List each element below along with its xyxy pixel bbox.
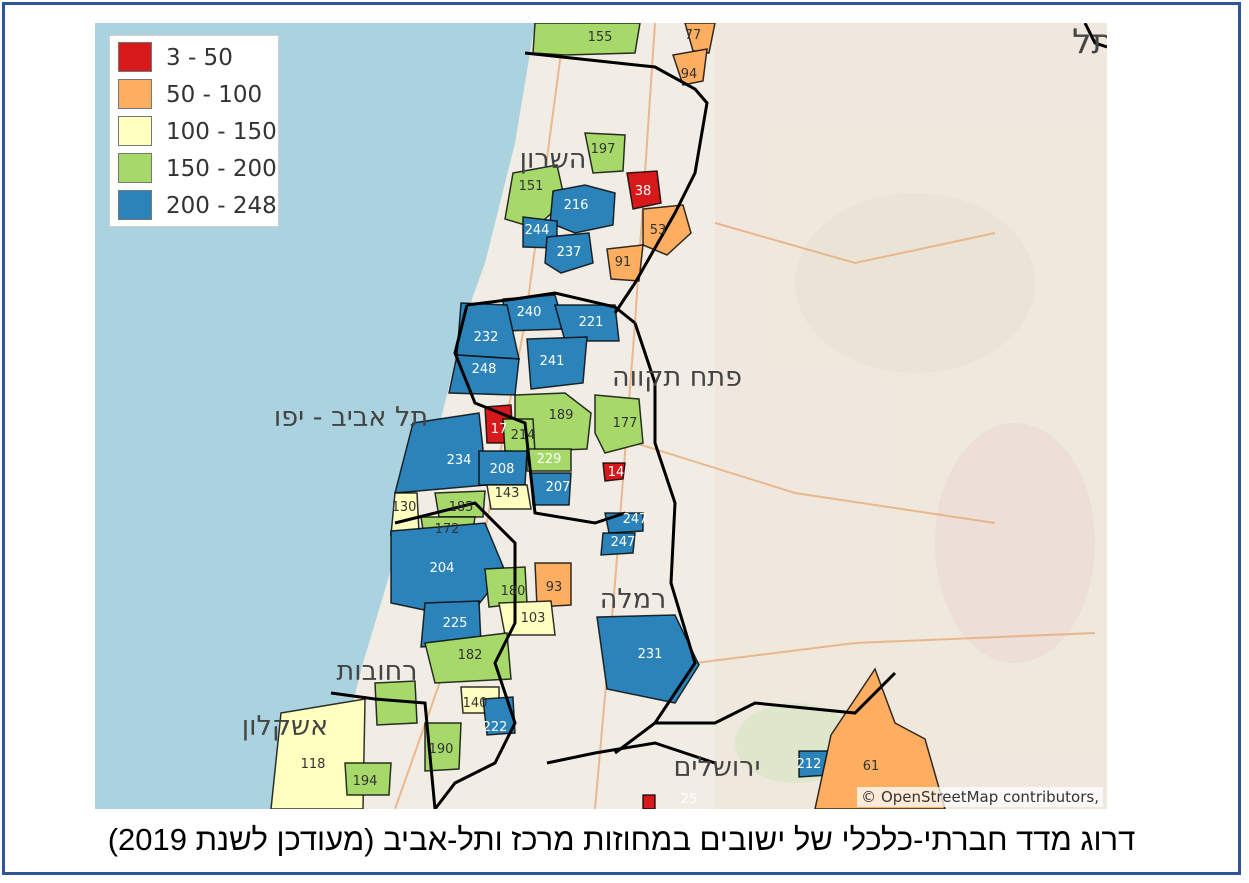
settlement-value-label: 240: [517, 305, 542, 320]
settlement-value-label: 155: [588, 30, 613, 45]
settlement-value-label: 91: [615, 255, 632, 270]
settlement-value-label: 232: [474, 330, 499, 345]
settlement-value-label: 53: [650, 223, 667, 238]
settlement-value-label: 204: [430, 561, 455, 576]
legend-label: 100 - 150: [166, 119, 277, 145]
settlement-value-label: 118: [301, 757, 326, 772]
figure-caption: דרוג מדד חברתי-כלכלי של ישובים במחוזות מ…: [107, 822, 1136, 857]
settlement-value-label: 247: [611, 535, 636, 550]
legend-swatch: [118, 42, 152, 72]
settlement-value-label: 38: [635, 184, 652, 199]
map-legend: 3 - 50 50 - 100 100 - 150 150 - 200 200 …: [109, 35, 279, 227]
settlement-value-label: 229: [537, 452, 562, 467]
settlement-value-label: 221: [579, 315, 604, 330]
legend-label: 150 - 200: [166, 156, 277, 182]
area-25: [642, 794, 656, 809]
settlement-value-label: 222: [483, 720, 508, 735]
settlement-value-label: 248: [472, 362, 497, 377]
settlement-value-label: 234: [447, 453, 472, 468]
settlement-value-label: 182: [458, 648, 483, 663]
region-label-tel-aviv: תל אביב - יפו: [274, 402, 428, 433]
legend-swatch: [118, 190, 152, 220]
legend-label: 200 - 248: [166, 193, 277, 219]
settlement-value-label: 94: [681, 67, 698, 82]
settlement-value-label: 130: [392, 500, 417, 515]
settlement-value-label: 151: [519, 179, 544, 194]
settlement-value-label: 237: [557, 245, 582, 260]
settlement-value-label: 247: [623, 512, 648, 527]
legend-swatch: [118, 116, 152, 146]
settlement-value-label: 214: [511, 428, 536, 443]
settlement-value-label: 17: [491, 422, 508, 437]
settlement-value-label: 143: [495, 486, 520, 501]
legend-item: 150 - 200: [118, 153, 278, 183]
settlement-value-label: 61: [863, 759, 880, 774]
legend-swatch: [118, 153, 152, 183]
region-label-ramla: רמלה: [600, 584, 667, 615]
legend-label: 50 - 100: [166, 82, 263, 108]
settlement-value-label: 172: [435, 522, 460, 537]
region-label-ashkelon: אשקלון: [242, 711, 328, 742]
legend-item: 100 - 150: [118, 116, 278, 146]
settlement-value-label: 216: [564, 198, 589, 213]
settlement-value-label: 208: [490, 462, 515, 477]
legend-label: 3 - 50: [166, 45, 233, 71]
region-label-petah-tikva: פתח תקווה: [612, 362, 742, 393]
region-label-rehovot: רחובות: [337, 656, 418, 687]
map-attribution[interactable]: © OpenStreetMap contributors,: [857, 787, 1103, 807]
legend-swatch: [118, 79, 152, 109]
figure-frame: 155 77 94 197 151 216 38 53 244 237 91 240 221 232 248…: [2, 2, 1241, 875]
terrain-hints: [715, 23, 1107, 809]
settlement-value-label: 241: [540, 354, 565, 369]
settlement-value-label: 225: [443, 616, 468, 631]
region-label-jerusalem: ירושלים: [673, 752, 760, 783]
settlement-value-label: 207: [546, 480, 571, 495]
settlement-value-label: 231: [638, 647, 663, 662]
settlement-value-label: 197: [591, 142, 616, 157]
settlement-value-label: 185: [449, 500, 474, 515]
settlement-value-label: 194: [353, 774, 378, 789]
region-label-sharon: השרון: [520, 144, 587, 175]
settlement-value-label: 190: [429, 742, 454, 757]
legend-item: 50 - 100: [118, 79, 278, 109]
settlement-value-label: 180: [501, 584, 526, 599]
settlement-value-label: 93: [546, 580, 563, 595]
settlement-value-label: 177: [613, 416, 638, 431]
legend-item: 3 - 50: [118, 42, 278, 72]
settlement-value-label: 244: [525, 223, 550, 238]
settlement-value-label: 25: [681, 792, 698, 807]
settlement-value-label: 77: [685, 28, 702, 43]
settlement-value-label: 212: [797, 757, 822, 772]
settlement-value-label: 140: [463, 696, 488, 711]
area-155: [532, 23, 641, 56]
settlement-value-label: 103: [521, 611, 546, 626]
settlement-value-label: 14: [608, 465, 625, 480]
settlement-value-label: 189: [549, 408, 574, 423]
legend-item: 200 - 248: [118, 190, 278, 220]
region-label-partial: תל: [1072, 23, 1107, 62]
